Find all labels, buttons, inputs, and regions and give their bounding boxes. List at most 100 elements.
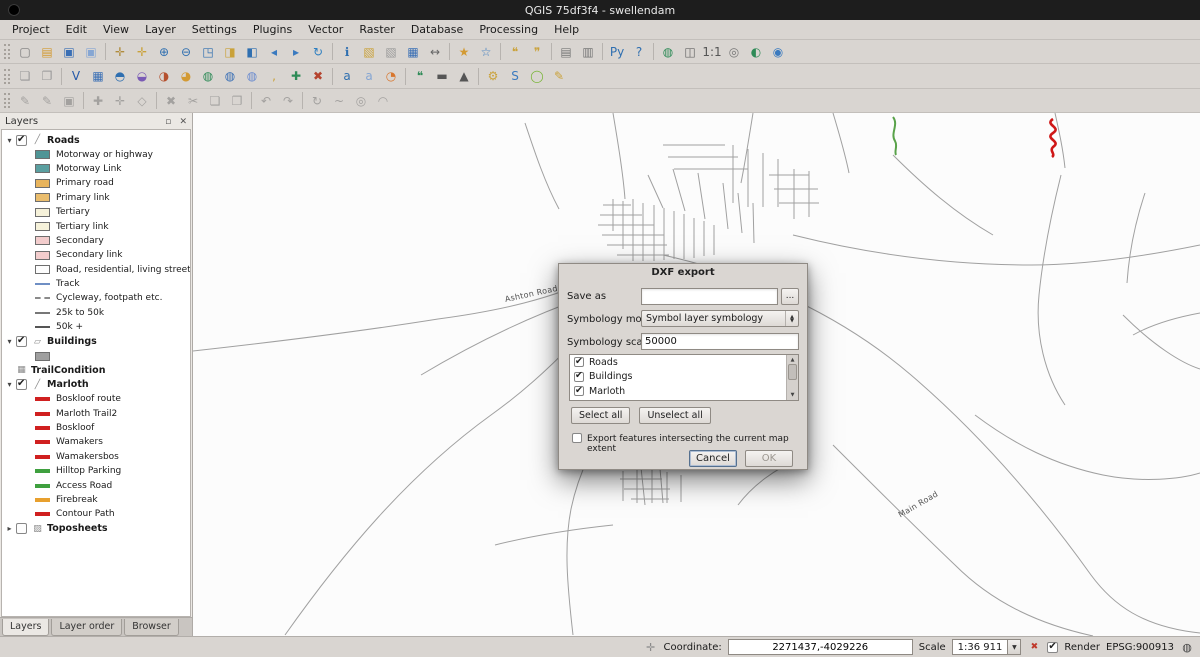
layer-visibility-checkbox[interactable] [16, 135, 27, 146]
layer-row-marloth-trail2[interactable]: Marloth Trail2 [2, 406, 190, 420]
menu-item-settings[interactable]: Settings [184, 20, 245, 39]
dxf-export-icon[interactable]: ✎ [548, 66, 570, 87]
mouse-position-icon[interactable]: ✛ [644, 640, 658, 654]
layer-row-motorway-link[interactable]: Motorway Link [2, 162, 190, 176]
project-save-icon[interactable]: ▣ [58, 41, 80, 62]
measure-line-icon[interactable]: ↔ [424, 41, 446, 62]
layer-row-secondary[interactable]: Secondary [2, 234, 190, 248]
scroll-down-icon[interactable]: ▼ [787, 392, 798, 398]
menu-item-view[interactable]: View [95, 20, 137, 39]
crs-transform-icon[interactable]: ◉ [767, 41, 789, 62]
layer-row-track[interactable]: Track [2, 277, 190, 291]
zoom-to-selection-icon[interactable]: ◨ [219, 41, 241, 62]
menu-item-help[interactable]: Help [546, 20, 587, 39]
scroll-up-icon[interactable]: ▲ [787, 357, 798, 363]
dxf-layer-item-roads[interactable]: Roads [570, 355, 798, 370]
add-mssql-layer-icon[interactable]: ◑ [153, 66, 175, 87]
cancel-button[interactable]: Cancel [689, 450, 737, 467]
composer-manager-icon[interactable]: ▥ [577, 41, 599, 62]
layer-row-road-residential-living-street-etc[interactable]: Road, residential, living street, etc. [2, 263, 190, 277]
diagram-settings-icon[interactable]: ◔ [380, 66, 402, 87]
menu-item-edit[interactable]: Edit [58, 20, 95, 39]
label-settings-icon[interactable]: a [358, 66, 380, 87]
coordinate-input[interactable] [728, 639, 913, 655]
map-tips-icon[interactable]: ❝ [409, 66, 431, 87]
symbology-mode-select[interactable]: Symbol layer symbology ▲▼ [641, 310, 799, 327]
menu-item-raster[interactable]: Raster [351, 20, 402, 39]
menu-item-processing[interactable]: Processing [471, 20, 546, 39]
scrollbar-thumb[interactable] [788, 364, 797, 380]
layer-row-50k[interactable]: 50k + [2, 320, 190, 334]
layer-row-boskloof-route[interactable]: Boskloof route [2, 392, 190, 406]
layer-select-checkbox[interactable] [574, 386, 584, 396]
crs-status-icon[interactable]: ◍ [1180, 640, 1194, 654]
select-all-button[interactable]: Select all [571, 407, 630, 424]
layer-visibility-checkbox[interactable] [16, 336, 27, 347]
titlebar[interactable]: QGIS 75df3f4 - swellendam [0, 0, 1200, 20]
menu-item-plugins[interactable]: Plugins [245, 20, 300, 39]
layer-row-primary-road[interactable]: Primary road [2, 176, 190, 190]
decoration-north-arrow-icon[interactable]: ▲ [453, 66, 475, 87]
map-overview-icon[interactable]: ◎ [723, 41, 745, 62]
python-plugin-icon[interactable]: S [504, 66, 526, 87]
grass-tools-icon[interactable]: ◍ [657, 41, 679, 62]
paste-style-icon[interactable]: ❐ [36, 66, 58, 87]
layer-row-boskloof[interactable]: Boskloof [2, 421, 190, 435]
layer-row-marloth[interactable]: ▾╱Marloth [2, 378, 190, 392]
help-contents-icon[interactable]: ? [628, 41, 650, 62]
zoom-next-icon[interactable]: ▸ [285, 41, 307, 62]
list-scrollbar[interactable]: ▲ ▼ [786, 355, 798, 400]
zoom-in-icon[interactable]: ⊕ [153, 41, 175, 62]
extent-checkbox[interactable] [572, 433, 582, 443]
layer-row-toposheets[interactable]: ▸▨Toposheets [2, 522, 190, 536]
chevron-down-icon[interactable]: ▾ [4, 136, 15, 145]
symbology-scale-input[interactable] [641, 333, 799, 350]
raster-calculator-icon[interactable]: ◫ [679, 41, 701, 62]
toolbar-handle[interactable] [4, 69, 10, 84]
chevron-down-icon[interactable]: ▾ [4, 380, 15, 389]
add-delimited-text-icon[interactable]: , [263, 66, 285, 87]
add-wfs-layer-icon[interactable]: ◍ [241, 66, 263, 87]
project-save-as-icon[interactable]: ▣ [80, 41, 102, 62]
float-panel-icon[interactable]: ▫ [165, 117, 171, 127]
scale-select[interactable]: 1:36 911 ▼ [952, 639, 1022, 655]
project-open-icon[interactable]: ▤ [36, 41, 58, 62]
layer-row-tertiary[interactable]: Tertiary [2, 205, 190, 219]
zoom-full-icon[interactable]: ◳ [197, 41, 219, 62]
show-bookmarks-icon[interactable]: ☆ [475, 41, 497, 62]
select-features-icon[interactable]: ▧ [358, 41, 380, 62]
layer-row-motorway-or-highway[interactable]: Motorway or highway [2, 147, 190, 161]
layer-row-primary-link[interactable]: Primary link [2, 191, 190, 205]
layer-visibility-checkbox[interactable] [16, 379, 27, 390]
python-console-icon[interactable]: Py [606, 41, 628, 62]
new-bookmark-icon[interactable]: ★ [453, 41, 475, 62]
chevron-down-icon[interactable]: ▾ [4, 337, 15, 346]
osm-plugin-icon[interactable]: ◯ [526, 66, 548, 87]
layer-row-access-road[interactable]: Access Road [2, 478, 190, 492]
panel-tab-layers[interactable]: Layers [2, 619, 49, 636]
add-wcs-layer-icon[interactable]: ◍ [219, 66, 241, 87]
identify-features-icon[interactable]: ℹ [336, 41, 358, 62]
ok-button[interactable]: OK [745, 450, 793, 467]
render-checkbox[interactable] [1047, 642, 1058, 653]
globe-view-icon[interactable]: ◐ [745, 41, 767, 62]
browse-button[interactable]: ... [781, 288, 799, 305]
remove-layer-icon[interactable]: ✖ [307, 66, 329, 87]
new-shapefile-layer-icon[interactable]: ✚ [285, 66, 307, 87]
chevron-right-icon[interactable]: ▸ [4, 524, 15, 533]
layer-row-trailcondition[interactable]: ▦TrailCondition [2, 363, 190, 377]
spinner-arrows-icon[interactable]: ▲▼ [785, 311, 798, 326]
zoom-last-icon[interactable]: ◂ [263, 41, 285, 62]
layer-row-firebreak[interactable]: Firebreak [2, 493, 190, 507]
dxf-layer-item-buildings[interactable]: Buildings [570, 370, 798, 385]
layer-row-secondary-link[interactable]: Secondary link [2, 248, 190, 262]
new-print-composer-icon[interactable]: ▤ [555, 41, 577, 62]
toolbar-handle[interactable] [4, 93, 10, 108]
labeling-icon[interactable]: a [336, 66, 358, 87]
dxf-layer-item-marloth[interactable]: Marloth [570, 384, 798, 399]
add-postgis-layer-icon[interactable]: ◓ [109, 66, 131, 87]
chevron-down-icon[interactable]: ▼ [1007, 640, 1020, 654]
layer-row-hilltop-parking[interactable]: Hilltop Parking [2, 464, 190, 478]
processing-toolbox-icon[interactable]: ⚙ [482, 66, 504, 87]
pan-to-selection-icon[interactable]: ✛ [131, 41, 153, 62]
